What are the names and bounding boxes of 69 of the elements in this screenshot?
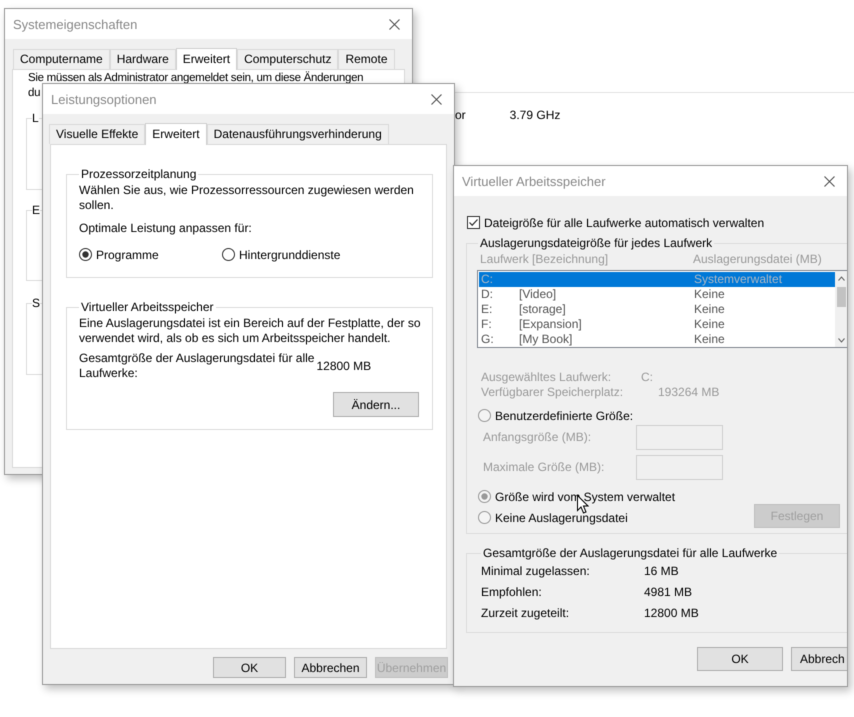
window-title: Systemeigenschaften [13,16,138,32]
group-title: L [32,111,39,125]
change-button[interactable]: Ändern... [333,392,419,417]
radio-icon[interactable] [478,511,491,524]
close-icon[interactable] [389,18,400,30]
drive-row[interactable]: G: [My Book] Keine [479,332,837,347]
total-value: 4981 MB [644,585,692,601]
prompt-text: Optimale Leistung anpassen für: [79,221,253,236]
group-title: Auslagerungsdateigröße für jedes Laufwerk [479,236,714,250]
scroll-thumb[interactable] [837,287,846,307]
total-label: Zurzeit zugeteilt: [481,606,570,622]
field-label: Anfangsgröße (MB): [483,430,592,445]
description-text: Wählen Sie aus, wie Prozessorressourcen zugewiesen werden sollen. [79,183,415,213]
radio-button[interactable]: Keine Auslagerungsdatei [478,510,676,525]
radio-button[interactable]: Hintergrunddienste [222,247,340,262]
dialog-button[interactable]: OK [213,657,286,678]
group-title: Virtueller Arbeitsspeicher [80,300,215,314]
radio-icon[interactable] [478,490,491,503]
info-value: C: [641,370,653,385]
drive-row[interactable]: E: [storage] Keine [479,302,837,317]
dialog-button[interactable]: Abbrechen [294,657,367,678]
spec-value: 3.79 GHz [510,108,560,122]
spec-label: or [455,108,466,122]
dialog-button[interactable]: OK [697,647,783,671]
radio-icon[interactable] [222,248,235,261]
tab[interactable]: Computerschutz [237,49,338,69]
description-text: Eine Auslagerungsdatei ist ein Bereich auf der Festplatte, der so verwendet wird, als ob es sich um Arbeitsspeicher handelt. [79,316,419,346]
drive-list[interactable]: C: Systemverwaltet D: [Video] Keine E: [storage] Keine F: [Expansion] Keine G: [My Book] Keine [477,270,847,348]
group-title: S [32,296,40,310]
notice-text: du [28,86,40,101]
total-value: 12800 MB [644,606,699,622]
total-label: Empfohlen: [481,585,543,601]
total-value: 16 MB [644,564,679,580]
tab[interactable]: Remote [338,49,394,69]
list-scrollbar[interactable] [835,271,847,347]
tab[interactable]: Erweitert [176,48,238,70]
field-label: Maximale Größe (MB): [483,460,606,475]
close-icon[interactable] [431,94,442,104]
window-title: Leistungsoptionen [51,92,157,106]
radio-button[interactable]: Benutzerdefinierte Größe: [478,408,847,423]
tab[interactable]: Computername [13,49,110,69]
scroll-down-icon[interactable] [838,338,845,343]
info-value: 193264 MB [658,385,720,400]
tab[interactable]: Datenausführungsverhinderung [206,124,389,144]
group-title: E [32,203,40,217]
scroll-up-icon[interactable] [838,276,845,281]
notice-text: Sie müssen als Administrator angemeldet sein, um diese Änderungen [28,71,364,86]
info-label: Verfügbarer Speicherplatz: [481,385,624,400]
auto-manage-checkbox[interactable]: Dateigröße für alle Laufwerke automatisch verwalten [467,215,847,230]
dialog-button[interactable]: Abbrech [791,647,847,671]
total-size-value: 12800 MB [316,359,372,373]
checkbox-icon[interactable] [467,216,480,229]
tab[interactable]: Hardware [110,49,176,69]
info-label: Ausgewähltes Laufwerk: [481,370,612,385]
close-icon[interactable] [824,176,835,186]
radio-icon[interactable] [79,248,92,261]
tab[interactable]: Erweitert [145,123,207,145]
drive-row[interactable]: D: [Video] Keine [479,287,837,302]
column-header: Auslagerungsdatei (MB) [693,252,822,267]
total-size-label: Gesamtgröße der Auslagerungsdatei für alle Laufwerke: [79,351,314,381]
radio-button[interactable]: Programme [79,247,222,262]
column-header: Laufwerk [Bezeichnung] [480,252,610,267]
tab[interactable]: Visuelle Effekte [49,124,146,144]
window-title: Virtueller Arbeitsspeicher [462,174,606,188]
total-label: Minimal zugelassen: [481,564,591,580]
group-title: Gesamtgröße der Auslagerungsdatei für alle Laufwerke [482,546,778,560]
group-title: Prozessorzeitplanung [80,167,198,181]
radio-icon[interactable] [478,409,491,422]
drive-row[interactable]: F: [Expansion] Keine [479,317,837,332]
